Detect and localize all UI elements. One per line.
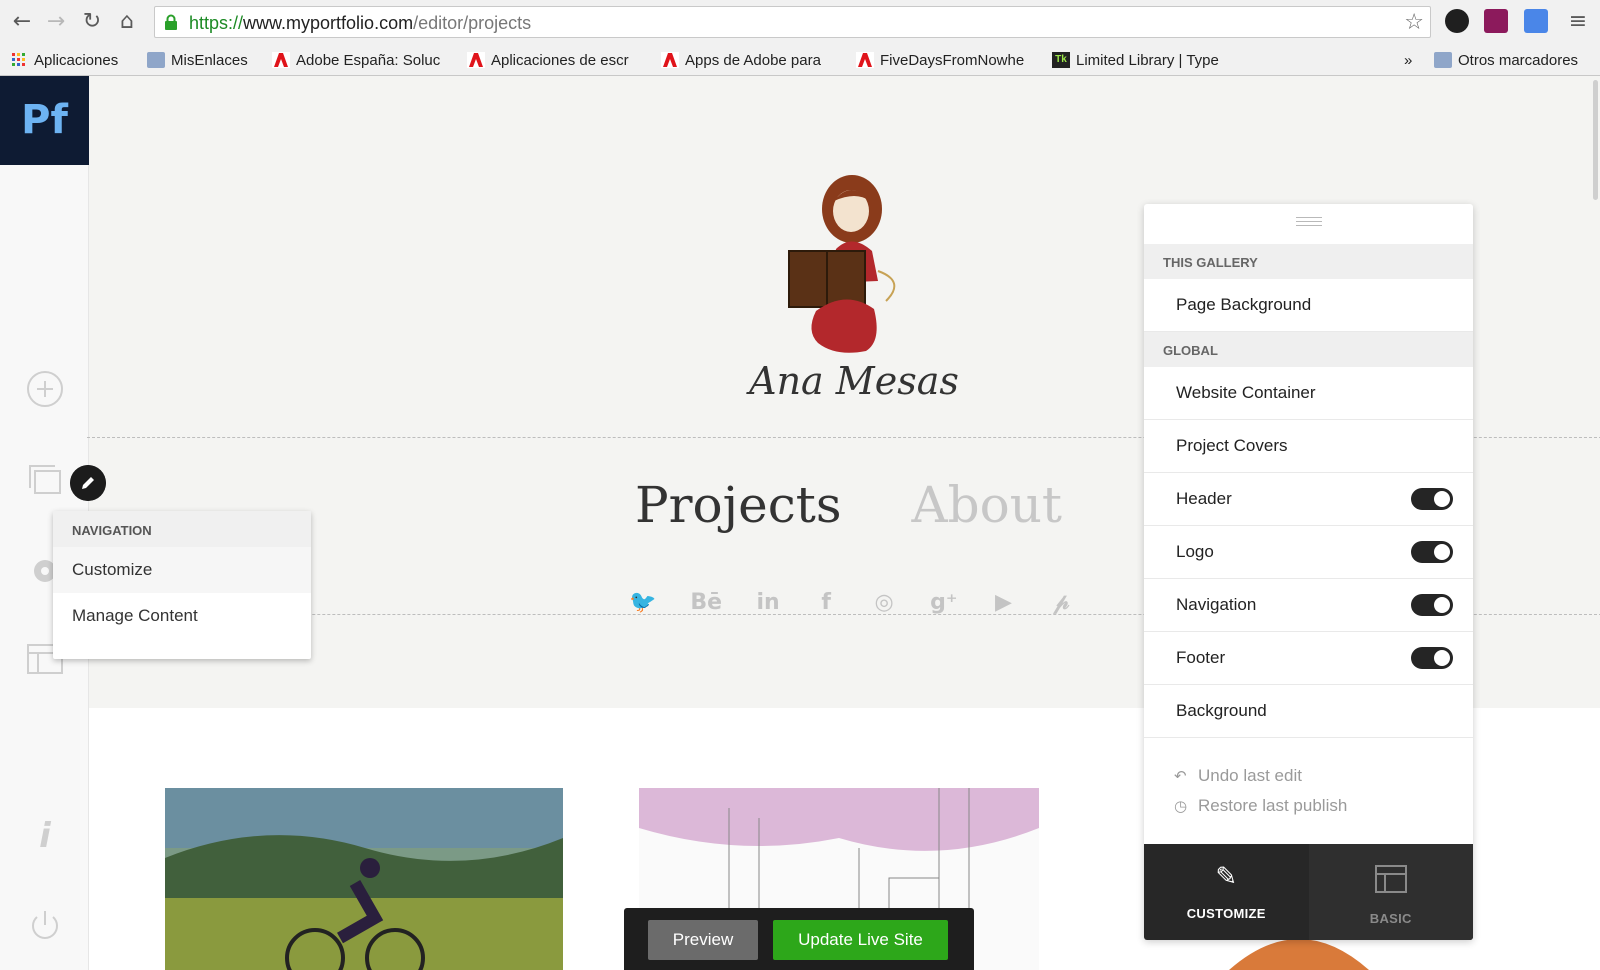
site-navigation: Projects About [635,476,1062,540]
browser-toolbar: ← → ↻ ⌂ https://www.myportfolio.com/edit… [0,0,1600,44]
header-toggle[interactable] [1411,488,1453,510]
logo-illustration [788,175,896,353]
owl-extension-icon[interactable] [1445,9,1469,33]
adobe-icon [272,52,290,68]
folder-icon [1434,52,1452,68]
folder-icon [147,52,165,68]
nav-link-projects[interactable]: Projects [635,476,842,540]
adobe-icon [467,52,485,68]
lock-icon [165,14,177,30]
instagram-icon[interactable]: ◎ [872,590,896,615]
address-bar[interactable]: https://www.myportfolio.com/editor/proje… [154,6,1431,38]
undo-icon: ↶ [1174,767,1187,785]
browser-chrome: ← → ↻ ⌂ https://www.myportfolio.com/edit… [0,0,1600,76]
panel-item-header[interactable]: Header [1144,473,1473,526]
bookmark-item[interactable]: Adobe España: Soluc [272,49,450,71]
facebook-icon[interactable]: f [814,590,838,615]
bookmarks-overflow[interactable]: » [1404,49,1412,71]
update-live-site-button[interactable]: Update Live Site [773,920,948,960]
panel-item-logo[interactable]: Logo [1144,526,1473,579]
restore-last-publish[interactable]: ◷ Restore last publish [1144,790,1473,820]
navigation-popup: NAVIGATION Customize Manage Content [53,511,311,659]
adobe-icon [856,52,874,68]
bookmarks-bar: Aplicaciones MisEnlaces Adobe España: So… [0,44,1600,76]
bookmark-item[interactable]: FiveDaysFromNowhe [856,49,1034,71]
bookmark-folder[interactable]: MisEnlaces [147,49,248,71]
panel-item-navigation[interactable]: Navigation [1144,579,1473,632]
adobe-icon [661,52,679,68]
typekit-icon: Tk [1052,52,1070,68]
pinterest-icon[interactable]: 𝓅 [1049,590,1073,615]
apps-grid-icon [12,53,25,66]
popup-item-manage-content[interactable]: Manage Content [53,593,311,639]
bookmark-item[interactable]: Tk Limited Library | Type [1052,49,1232,71]
logo-toggle[interactable] [1411,541,1453,563]
page-scrollbar[interactable] [1593,80,1598,200]
bookmark-star-icon[interactable]: ☆ [1404,10,1424,35]
undo-last-edit[interactable]: ↶ Undo last edit [1144,760,1473,790]
back-arrow-icon[interactable]: ← [8,8,36,36]
panel-item-background[interactable]: Background [1144,685,1473,738]
popup-section-label: NAVIGATION [53,511,311,547]
history-icon: ◷ [1174,797,1188,815]
layout-icon [1374,865,1407,893]
panel-item-website-container[interactable]: Website Container [1144,367,1473,420]
power-icon[interactable] [26,906,64,944]
drag-handle[interactable] [1144,204,1473,244]
info-icon[interactable]: i [26,816,64,856]
google-plus-icon[interactable]: g⁺ [930,590,957,615]
nav-link-about[interactable]: About [912,476,1063,540]
section-global: GLOBAL [1144,332,1473,367]
home-icon[interactable]: ⌂ [113,8,141,36]
translate-extension-icon[interactable] [1524,9,1548,33]
popup-item-customize[interactable]: Customize [53,547,311,593]
social-icons: 🐦 Bē in f ◎ g⁺ ▶ 𝓅 [629,590,1073,615]
footer-toggle[interactable] [1411,647,1453,669]
bookmark-item[interactable]: Aplicaciones [10,49,118,71]
url-text: https://www.myportfolio.com/editor/proje… [189,13,532,33]
bookmark-item[interactable]: Apps de Adobe para [661,49,835,71]
pencil-icon: ✎ [1215,862,1238,892]
onenote-extension-icon[interactable] [1484,9,1508,33]
pages-icon[interactable] [26,461,64,499]
portfolio-logo[interactable]: Pf [0,76,89,165]
edit-pencil-button[interactable] [70,465,106,501]
youtube-icon[interactable]: ▶ [991,590,1015,615]
bookmark-item[interactable]: Aplicaciones de escr [467,49,642,71]
tab-basic[interactable]: BASIC [1308,844,1473,940]
panel-item-project-covers[interactable]: Project Covers [1144,420,1473,473]
linkedin-icon[interactable]: in [756,590,780,615]
tab-customize[interactable]: ✎ CUSTOMIZE [1144,844,1309,940]
menu-icon[interactable]: ≡ [1564,8,1592,36]
twitter-icon[interactable]: 🐦 [629,590,656,615]
site-title: Ana Mesas [749,359,959,403]
section-this-gallery: THIS GALLERY [1144,244,1473,279]
publish-bar: Preview Update Live Site [624,908,974,970]
project-cover-image[interactable] [165,788,563,970]
navigation-toggle[interactable] [1411,594,1453,616]
customize-panel: THIS GALLERY Page Background GLOBAL Webs… [1144,204,1473,940]
forward-arrow-icon[interactable]: → [42,8,70,36]
add-icon[interactable] [26,370,64,408]
panel-item-page-background[interactable]: Page Background [1144,279,1473,332]
preview-button[interactable]: Preview [648,920,758,960]
reload-icon[interactable]: ↻ [78,8,106,36]
other-bookmarks-folder[interactable]: Otros marcadores [1434,49,1578,71]
behance-icon[interactable]: Bē [690,590,722,615]
panel-item-footer[interactable]: Footer [1144,632,1473,685]
panel-tabs: ✎ CUSTOMIZE BASIC [1144,844,1473,940]
